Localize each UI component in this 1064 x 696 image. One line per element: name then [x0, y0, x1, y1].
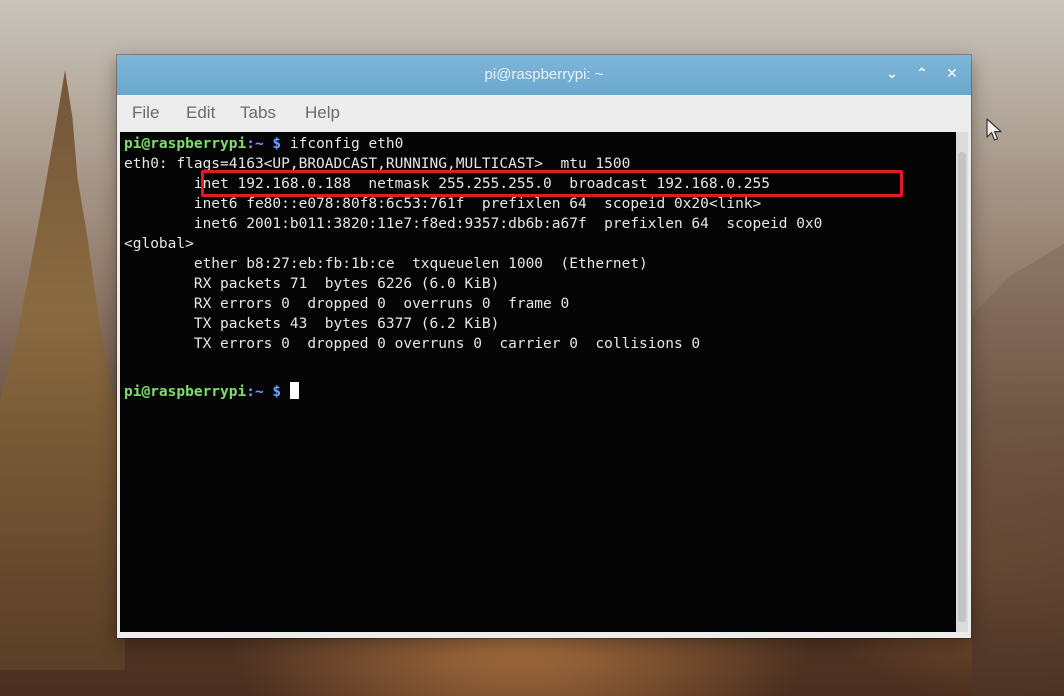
minimize-button[interactable]: ⌄	[883, 65, 901, 83]
terminal-output[interactable]: pi@raspberrypi:~ $ ifconfig eth0 eth0: f…	[120, 132, 956, 632]
wallpaper-hill-silhouette	[972, 243, 1064, 696]
menu-tabs[interactable]: Tabs	[240, 103, 276, 123]
scrollbar-thumb[interactable]	[958, 152, 966, 622]
menu-help[interactable]: Help	[305, 103, 340, 123]
output-line: RX packets 71 bytes 6226 (6.0 KiB)	[124, 276, 500, 292]
menu-edit[interactable]: Edit	[186, 103, 215, 123]
command-text: ifconfig eth0	[289, 136, 404, 152]
prompt-line[interactable]: pi@raspberrypi:~ $	[124, 382, 299, 402]
prompt-path: :~ $	[246, 384, 282, 400]
menu-bar: File Edit Tabs Help	[117, 95, 971, 131]
close-button[interactable]: ✕	[943, 65, 961, 83]
output-line: RX errors 0 dropped 0 overruns 0 frame 0	[124, 296, 570, 312]
maximize-button[interactable]: ⌃	[913, 65, 931, 83]
window-title: pi@raspberrypi: ~	[484, 66, 604, 83]
output-line: TX packets 43 bytes 6377 (6.2 KiB)	[124, 316, 500, 332]
output-line: inet6 fe80::e078:80f8:6c53:761f prefixle…	[124, 196, 762, 212]
menu-file[interactable]: File	[132, 103, 159, 123]
vertical-scrollbar[interactable]	[956, 132, 968, 632]
prompt-user: pi@raspberrypi	[124, 384, 247, 400]
output-line: ether b8:27:eb:fb:1b:ce txqueuelen 1000 …	[124, 256, 648, 272]
output-line: <global>	[124, 236, 194, 252]
mouse-pointer-icon	[986, 118, 1002, 141]
command-line: pi@raspberrypi:~ $ ifconfig eth0	[124, 134, 403, 154]
desktop-background: pi@raspberrypi: ~ ⌄ ⌃ ✕ File Edit Tabs H…	[0, 0, 1064, 696]
output-line: inet6 2001:b011:3820:11e7:f8ed:9357:db6b…	[124, 216, 823, 232]
wallpaper-pagoda-silhouette	[0, 70, 125, 670]
terminal-window[interactable]: pi@raspberrypi: ~ ⌄ ⌃ ✕ File Edit Tabs H…	[117, 55, 971, 638]
text-cursor	[289, 382, 299, 399]
prompt-path: :~ $	[246, 136, 282, 152]
window-titlebar[interactable]: pi@raspberrypi: ~ ⌄ ⌃ ✕	[117, 55, 971, 95]
highlight-annotation-box	[201, 170, 903, 197]
output-line: TX errors 0 dropped 0 overruns 0 carrier…	[124, 336, 701, 352]
prompt-user: pi@raspberrypi	[124, 136, 247, 152]
